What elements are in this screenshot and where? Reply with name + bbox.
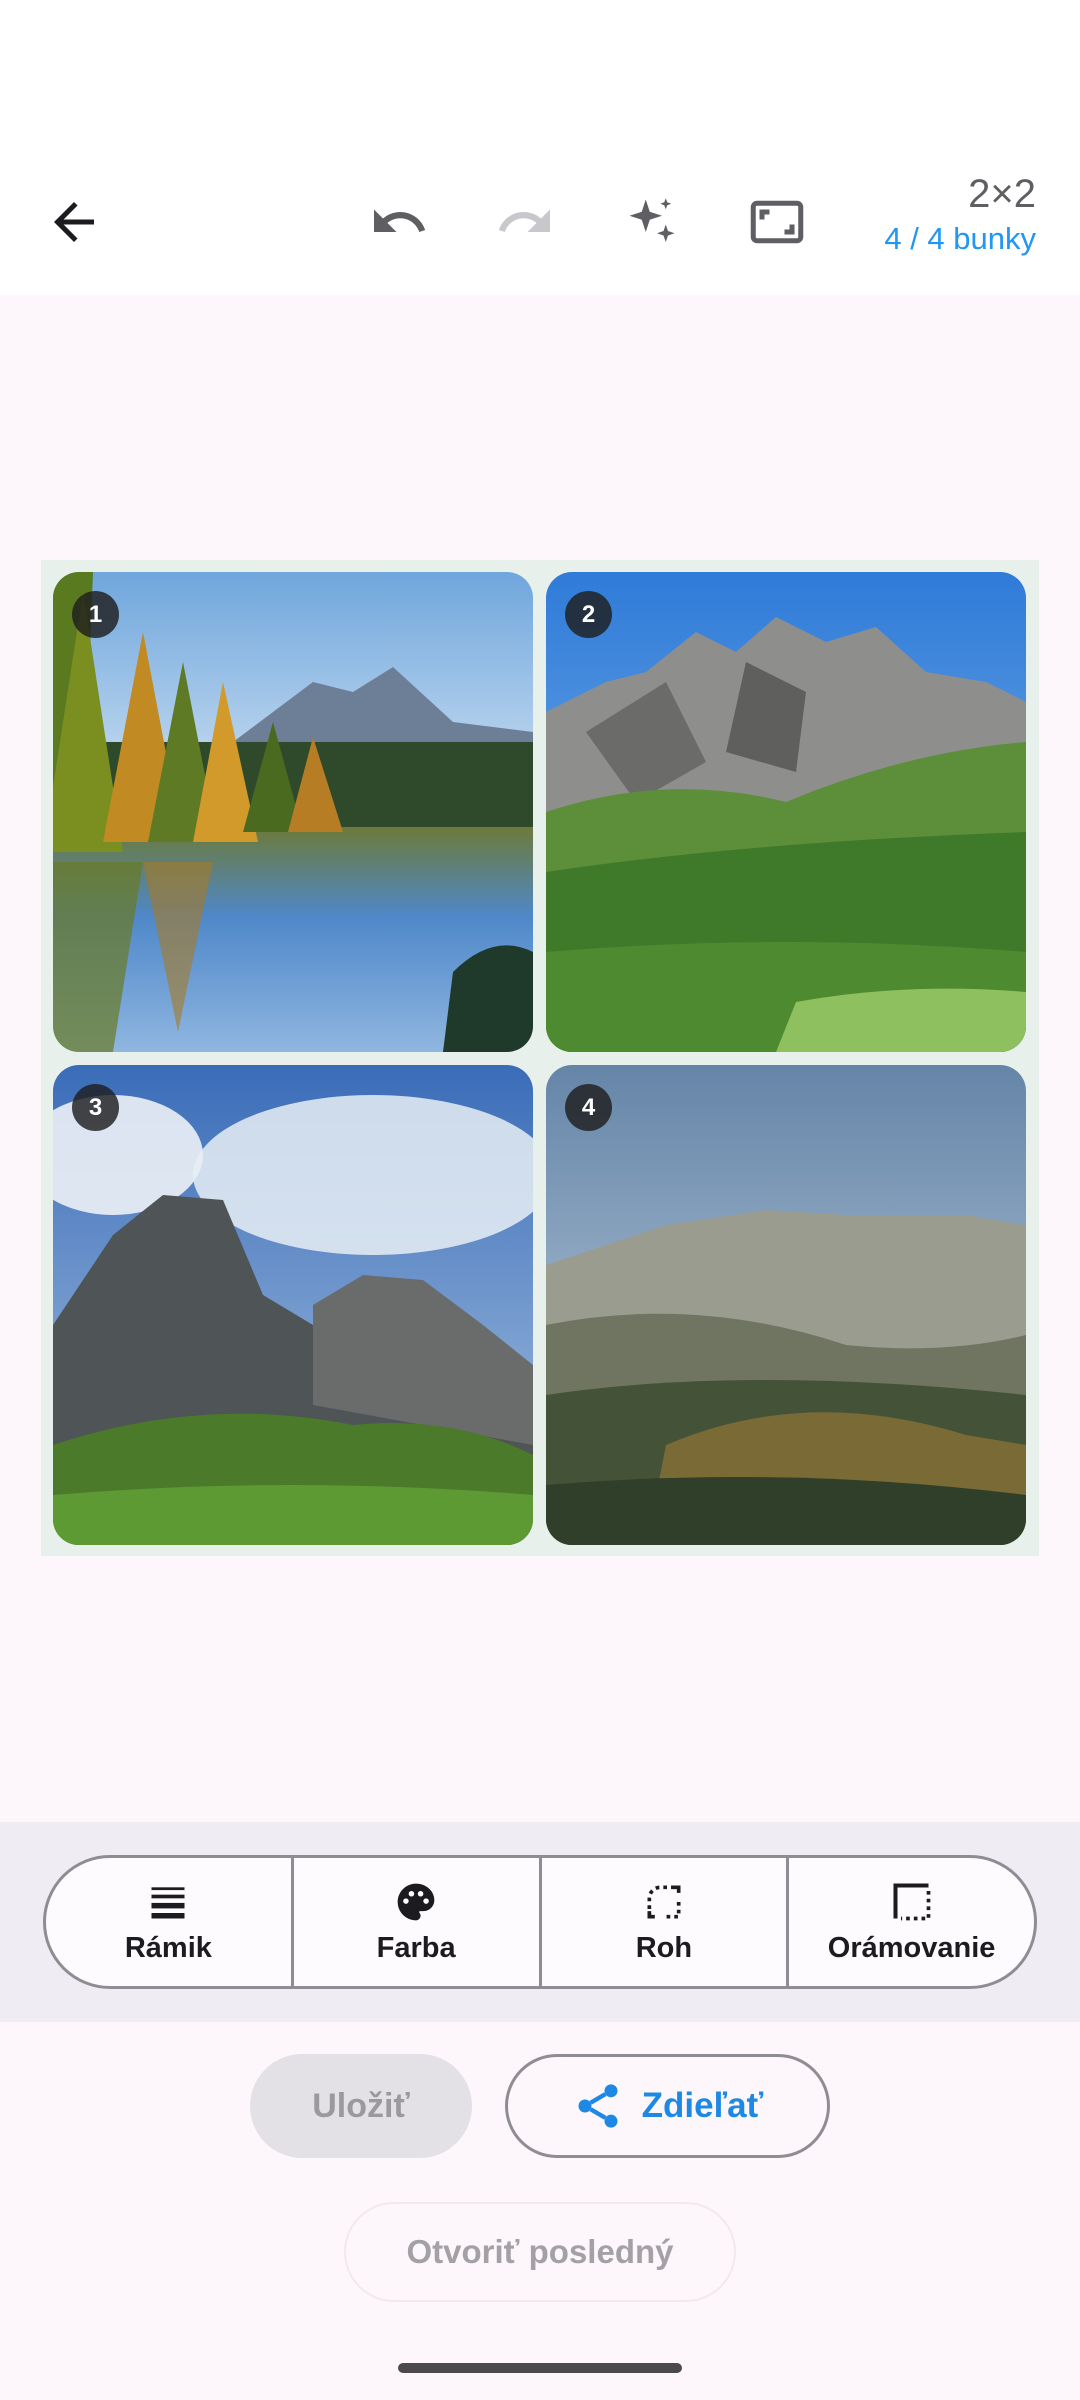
share-label: Zdieľať xyxy=(641,2086,764,2125)
tool-border-width[interactable]: Rámik xyxy=(46,1858,294,1986)
undo-icon xyxy=(374,209,426,232)
arrow-back-icon xyxy=(54,202,94,242)
status-bar-area xyxy=(0,0,1080,150)
home-indicator[interactable] xyxy=(398,2363,682,2373)
cells-count-label: 4 / 4 bunky xyxy=(884,221,1036,256)
cell-number-badge: 2 xyxy=(565,591,612,638)
redo-button[interactable] xyxy=(483,180,567,264)
redo-icon xyxy=(498,209,550,232)
collage-cell-2[interactable]: 2 xyxy=(546,572,1026,1052)
grid-size-indicator[interactable]: 2×2 4 / 4 bunky xyxy=(884,170,1036,260)
top-toolbar: 2×2 4 / 4 bunky xyxy=(0,150,1080,295)
border-width-icon xyxy=(151,1886,185,1918)
tool-label: Roh xyxy=(635,1931,693,1964)
photo-mountain-slope xyxy=(546,1065,1026,1545)
open-last-button[interactable]: Otvoriť posledný xyxy=(344,2202,736,2302)
share-icon xyxy=(578,2084,618,2128)
collage-cell-3[interactable]: 3 xyxy=(53,1065,533,1545)
tool-label: Orámovanie xyxy=(827,1931,996,1964)
undo-button[interactable] xyxy=(357,180,441,264)
auto-enhance-button[interactable] xyxy=(610,180,694,264)
collage-cell-4[interactable]: 4 xyxy=(546,1065,1026,1545)
palette-icon xyxy=(397,1883,435,1920)
editing-tools-panel: Rámik Farba Roh Orámovanie xyxy=(0,1822,1080,2022)
tool-label: Rámik xyxy=(124,1931,212,1964)
photo-dark-peaks xyxy=(53,1065,533,1545)
cell-number-badge: 4 xyxy=(565,1084,612,1131)
back-button[interactable] xyxy=(32,180,116,264)
rounded-corner-icon xyxy=(647,1885,681,1918)
tools-segmented-control: Rámik Farba Roh Orámovanie xyxy=(43,1855,1037,1989)
save-button[interactable]: Uložiť xyxy=(250,2054,472,2158)
tool-frame[interactable]: Orámovanie xyxy=(789,1858,1034,1986)
photo-lake-reflection xyxy=(53,572,533,1052)
tool-corner[interactable]: Roh xyxy=(542,1858,790,1986)
cell-number-badge: 1 xyxy=(72,591,119,638)
tool-label: Farba xyxy=(376,1931,456,1964)
sparkles-icon xyxy=(629,198,675,242)
collage-cell-1[interactable]: 1 xyxy=(53,572,533,1052)
photo-rocky-peaks xyxy=(546,572,1026,1052)
share-button[interactable]: Zdieľať xyxy=(505,2054,830,2158)
aspect-ratio-icon xyxy=(750,200,804,244)
cell-number-badge: 3 xyxy=(72,1084,119,1131)
collage-grid: 1 2 3 4 xyxy=(41,560,1039,1556)
aspect-ratio-button[interactable] xyxy=(735,180,819,264)
grid-layout-label: 2×2 xyxy=(968,172,1036,216)
frame-padding-icon xyxy=(893,1882,930,1920)
tool-color[interactable]: Farba xyxy=(294,1858,542,1986)
